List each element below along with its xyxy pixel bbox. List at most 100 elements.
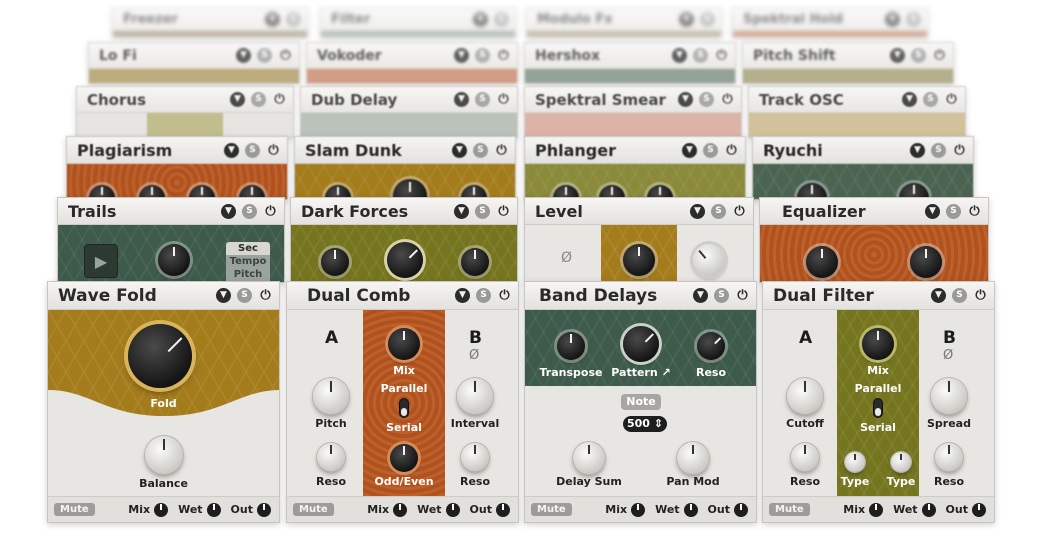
power-icon[interactable]: ⏻ — [496, 48, 511, 63]
module-chorus[interactable]: Chorus ▼ S ⏻ — [76, 86, 294, 138]
wet-knob[interactable] — [921, 502, 936, 517]
solo-icon[interactable]: S — [476, 288, 491, 303]
chevron-down-icon[interactable]: ▼ — [224, 142, 239, 158]
type-a-knob[interactable] — [845, 452, 865, 472]
mix-knob[interactable] — [869, 502, 884, 517]
module-level[interactable]: Level ▼ S ⏻ Ø — [524, 197, 754, 283]
cutoff-knob[interactable] — [787, 378, 823, 414]
power-icon[interactable]: ⏻ — [497, 288, 512, 303]
delay-sum-knob[interactable] — [573, 442, 605, 474]
chevron-down-icon[interactable]: ▼ — [455, 288, 470, 303]
chevron-down-icon[interactable]: ▼ — [454, 92, 469, 107]
solo-icon[interactable]: S — [242, 203, 257, 219]
mix-control[interactable]: Mix — [605, 502, 646, 517]
power-icon[interactable]: ⏻ — [496, 204, 511, 219]
wet-control[interactable]: Wet — [655, 502, 698, 517]
solo-icon[interactable]: S — [693, 48, 708, 63]
knob[interactable] — [910, 246, 942, 278]
module-plagiarism[interactable]: Plagiarism ▼ S ⏻ — [66, 136, 288, 200]
mix-knob[interactable] — [862, 328, 894, 360]
chevron-down-icon[interactable]: ▼ — [454, 48, 469, 63]
knob[interactable] — [623, 244, 655, 276]
knob[interactable] — [806, 246, 838, 278]
option-tempo[interactable]: Tempo — [226, 255, 270, 268]
pattern-knob[interactable] — [623, 326, 659, 362]
chevron-down-icon[interactable]: ▼ — [690, 203, 705, 219]
phase-invert-button[interactable]: Ø — [469, 348, 479, 363]
parallel-serial-switch[interactable] — [399, 398, 409, 418]
mix-knob[interactable] — [388, 328, 420, 360]
out-control[interactable]: Out — [708, 502, 748, 517]
chevron-down-icon[interactable]: ▼ — [678, 92, 693, 107]
module-vokoder[interactable]: Vokoder ▼ S ⏻ — [306, 42, 518, 84]
chevron-down-icon[interactable]: ▼ — [925, 203, 940, 219]
power-icon[interactable]: ⏻ — [724, 143, 739, 158]
power-icon[interactable]: ⏻ — [732, 204, 747, 219]
power-icon[interactable]: ⏻ — [258, 288, 273, 303]
solo-icon[interactable]: S — [923, 92, 938, 107]
chevron-down-icon[interactable]: ▼ — [885, 12, 900, 27]
chevron-down-icon[interactable]: ▼ — [230, 92, 245, 107]
solo-icon[interactable]: S — [475, 92, 490, 107]
module-pitch-shift[interactable]: Pitch Shift ▼ S ⏻ — [742, 42, 954, 84]
parallel-serial-switch[interactable] — [873, 398, 883, 418]
knob[interactable] — [158, 244, 190, 276]
module-filter[interactable]: Filter ▼ S — [320, 8, 516, 38]
out-knob[interactable] — [734, 502, 748, 517]
balance-knob[interactable] — [145, 436, 183, 474]
chevron-down-icon[interactable]: ▼ — [236, 48, 251, 63]
out-control[interactable]: Out — [231, 502, 271, 517]
type-b-knob[interactable] — [891, 452, 911, 472]
spread-knob[interactable] — [931, 378, 967, 414]
solo-icon[interactable]: S — [703, 142, 718, 158]
solo-icon[interactable]: S — [700, 12, 715, 27]
wet-knob[interactable] — [206, 502, 221, 517]
chevron-down-icon[interactable]: ▼ — [454, 203, 469, 219]
module-hershox[interactable]: Hershox ▼ S ⏻ — [524, 42, 736, 84]
power-icon[interactable]: ⏻ — [278, 48, 293, 63]
module-trails[interactable]: Trails ▼ S ⏻ ▶ Sec Tempo Pitch — [57, 197, 285, 283]
out-knob[interactable] — [972, 502, 986, 517]
out-control[interactable]: Out — [470, 502, 510, 517]
chevron-down-icon[interactable]: ▼ — [679, 12, 694, 27]
note-button[interactable]: Note — [621, 394, 661, 410]
transpose-knob[interactable] — [557, 332, 585, 360]
solo-icon[interactable]: S — [494, 12, 509, 27]
module-track-osc[interactable]: Track OSC ▼ S ⏻ — [748, 86, 966, 138]
module-spektral-hold[interactable]: Spektral Hold ▼ S — [732, 8, 928, 38]
solo-icon[interactable]: S — [475, 48, 490, 63]
module-dual-comb[interactable]: Dual Comb ▼ S ⏻ A B Ø Mix Parallel Seria… — [286, 281, 519, 523]
solo-icon[interactable]: S — [286, 12, 301, 27]
out-knob[interactable] — [496, 502, 510, 517]
play-button[interactable]: ▶ — [84, 244, 118, 278]
solo-icon[interactable]: S — [911, 48, 926, 63]
module-freezer[interactable]: Freezer ▼ S — [112, 8, 308, 38]
module-lo-fi[interactable]: Lo Fi ▼ S ⏻ — [88, 42, 300, 84]
knob[interactable] — [387, 242, 423, 278]
mix-knob[interactable] — [393, 502, 408, 517]
level-knob[interactable] — [693, 244, 725, 276]
power-icon[interactable]: ⏻ — [494, 143, 509, 158]
mix-control[interactable]: Mix — [367, 502, 408, 517]
power-icon[interactable]: ⏻ — [932, 48, 947, 63]
module-ryuchi[interactable]: Ryuchi ▼ S ⏻ — [752, 136, 974, 200]
value-field[interactable]: 500 ⇕ — [623, 416, 667, 432]
mix-control[interactable]: Mix — [843, 502, 884, 517]
module-dub-delay[interactable]: Dub Delay ▼ S ⏻ — [300, 86, 518, 138]
power-icon[interactable]: ⏻ — [944, 92, 959, 107]
reso-a-knob[interactable] — [791, 443, 819, 471]
power-icon[interactable]: ⏻ — [967, 204, 982, 219]
mute-button[interactable]: Mute — [531, 503, 572, 516]
reso-b-knob[interactable] — [935, 443, 963, 471]
mute-button[interactable]: Mute — [293, 503, 334, 516]
knob[interactable] — [321, 248, 349, 276]
pitch-knob[interactable] — [313, 378, 349, 414]
power-icon[interactable]: ⏻ — [720, 92, 735, 107]
module-dual-filter[interactable]: Dual Filter ▼ S ⏻ A B Ø Mix Parallel Ser… — [762, 281, 995, 523]
chevron-down-icon[interactable]: ▼ — [693, 288, 708, 303]
chevron-down-icon[interactable]: ▼ — [216, 288, 231, 303]
reso-b-knob[interactable] — [461, 443, 489, 471]
power-icon[interactable]: ⏻ — [266, 143, 281, 158]
solo-icon[interactable]: S — [245, 142, 260, 158]
interval-knob[interactable] — [457, 378, 493, 414]
